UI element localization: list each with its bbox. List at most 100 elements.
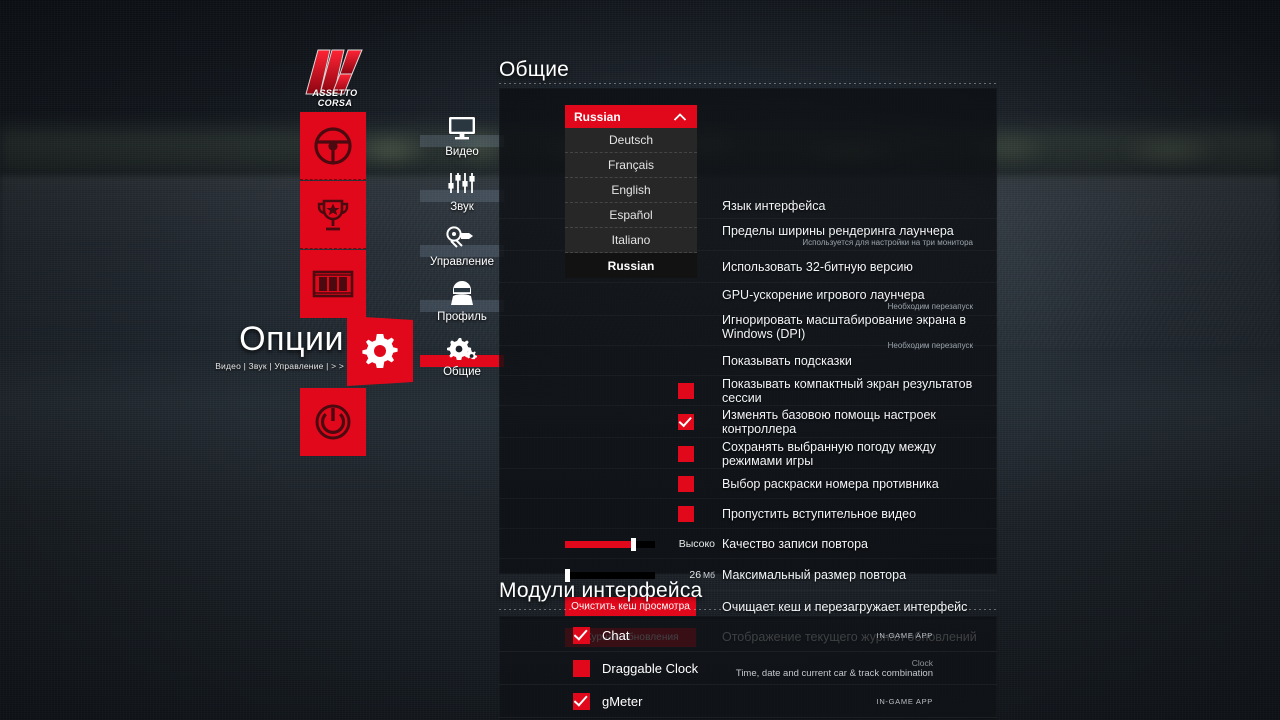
slider-value: Высоко	[678, 538, 715, 550]
sliders-icon	[414, 167, 510, 199]
settings-row-control	[499, 499, 722, 529]
settings-row: Показывать компактный экран результатов …	[499, 376, 997, 406]
settings-label-text: Показывать подсказки	[722, 354, 852, 368]
settings-row-label: Пределы ширины рендеринга лаунчера Исполь…	[722, 219, 991, 251]
language-option[interactable]: Français	[565, 153, 697, 178]
controls-icon	[414, 222, 510, 254]
nav-tile-drive[interactable]	[300, 112, 366, 180]
settings-label-text: Выбор раскраски номера противника	[722, 477, 939, 491]
settings-label-text: Язык интерфейса	[722, 199, 826, 213]
settings-row: Сохранять выбранную погоду между режимам…	[499, 438, 997, 469]
settings-row-label: Язык интерфейса	[722, 193, 991, 219]
assetto-corsa-logo: ASSETTO CORSA	[296, 44, 374, 108]
module-checkbox[interactable]	[573, 627, 590, 644]
subnav-label: Общие	[443, 366, 481, 378]
settings-row-control	[499, 376, 722, 406]
module-row: gMeter IN-GAME APP	[499, 685, 997, 718]
settings-label-text: Использовать 32-битную версию	[722, 260, 913, 274]
subnav-label: Профиль	[437, 311, 487, 323]
power-icon	[315, 404, 351, 440]
settings-row: Изменять базовою помощь настроек контрол…	[499, 406, 997, 438]
checkbox[interactable]	[678, 506, 694, 522]
language-dropdown[interactable]: Russian Deutsch Français English Español Ita…	[565, 105, 697, 278]
settings-row-label: Пропустить вступительное видео	[722, 499, 991, 529]
settings-row-control	[499, 438, 722, 469]
settings-row-label: Выбор раскраски номера противника	[722, 469, 991, 499]
slider-track	[565, 571, 655, 579]
settings-row-label: GPU-ускорение игрового лаунчера Необходим…	[722, 283, 991, 316]
module-description: Time, date and current car & track combi…	[735, 668, 933, 679]
breadcrumb: Видео | Звук | Управление | > >	[215, 361, 344, 371]
settings-label-text: Сохранять выбранную погоду между режимам…	[722, 439, 936, 468]
subnav-label: Управление	[430, 256, 494, 268]
module-tag: IN-GAME APP	[876, 697, 933, 706]
subnav-item-video[interactable]: Видео	[414, 112, 510, 167]
ui-modules-panel: Chat IN-GAME APP Draggable Clock Clock Time,…	[499, 616, 997, 720]
settings-label-text: Игнорировать масштабирование экрана в Wi…	[722, 312, 967, 341]
language-option[interactable]: Russian	[565, 253, 697, 278]
module-meta: IN-GAME APP	[613, 619, 933, 652]
options-screen: ASSETTO CORSA Опции Видео | Звук | Управ…	[0, 0, 1280, 720]
subnav-item-audio[interactable]: Звук	[414, 167, 510, 222]
subnav-item-controls[interactable]: Управление	[414, 222, 510, 277]
checkbox[interactable]	[678, 445, 694, 462]
steering-wheel-icon	[314, 126, 352, 165]
gear-icon	[360, 331, 400, 371]
page-title: Опции	[239, 320, 344, 358]
settings-row-control	[499, 346, 722, 376]
checkbox[interactable]	[678, 476, 694, 492]
monitor-icon	[414, 112, 510, 144]
settings-row-label: Игнорировать масштабирование экрана в Wi…	[722, 312, 991, 350]
subnav-item-general[interactable]: Общие	[414, 332, 510, 387]
settings-row-label: Показывать подсказки	[722, 346, 991, 376]
module-meta: IN-GAME APP	[613, 685, 933, 718]
settings-label-text: GPU-ускорение игрового лаунчера	[722, 288, 925, 302]
subnav-item-profile[interactable]: Профиль	[414, 277, 510, 332]
settings-row-label: Качество записи повтора	[722, 529, 991, 559]
film-strip-icon	[312, 270, 354, 298]
slider-knob[interactable]	[630, 537, 636, 551]
module-row: Draggable Clock Clock Time, date and curre…	[499, 652, 997, 685]
checkbox[interactable]	[678, 383, 694, 399]
settings-row-control	[499, 469, 722, 499]
settings-row: Игнорировать масштабирование экрана в Wi…	[499, 312, 997, 350]
slider[interactable]	[565, 537, 655, 551]
language-option[interactable]: English	[565, 178, 697, 203]
gears-icon	[414, 332, 510, 364]
settings-label-text: Пропустить вступительное видео	[722, 507, 917, 521]
general-heading: Общие	[499, 58, 570, 81]
nav-tile-quit[interactable]	[300, 388, 366, 456]
settings-label-text: Качество записи повтора	[722, 537, 868, 551]
settings-label-text: Очищает кеш и перезагружает интерфейс	[722, 599, 968, 614]
modules-heading: Модули интерфейса	[499, 579, 703, 602]
language-dropdown-header[interactable]: Russian	[565, 105, 697, 128]
settings-label-text: Пределы ширины рендеринга лаунчера	[722, 223, 954, 238]
options-subnav: Видео Звук Управление Профиль Общие	[414, 112, 510, 387]
nav-tile-options[interactable]	[347, 316, 413, 386]
module-checkbox[interactable]	[573, 660, 590, 677]
settings-row-control	[499, 283, 722, 316]
settings-label-text: Максимальный размер повтора	[722, 568, 907, 582]
module-checkbox[interactable]	[573, 693, 590, 710]
general-divider	[499, 83, 997, 84]
language-option[interactable]: Deutsch	[565, 128, 697, 153]
settings-row-label: Использовать 32-битную версию	[722, 251, 991, 283]
settings-label-text: Показывать компактный экран результатов …	[722, 377, 973, 405]
settings-row-label: Сохранять выбранную погоду между режимам…	[722, 438, 991, 469]
language-option[interactable]: Español	[565, 203, 697, 228]
settings-row: Пропустить вступительное видео	[499, 499, 997, 529]
checkbox[interactable]	[678, 414, 694, 430]
settings-row: Высоко Качество записи повтора	[499, 529, 997, 559]
settings-row-control	[499, 316, 722, 346]
slider-fill	[565, 540, 633, 548]
module-row: Chat IN-GAME APP	[499, 619, 997, 652]
settings-label-subtext: Необходим перезапуск	[887, 302, 973, 311]
nav-tile-replay[interactable]	[300, 250, 366, 318]
language-option[interactable]: Italiano	[565, 228, 697, 253]
subnav-label: Видео	[445, 146, 479, 158]
nav-tile-career[interactable]	[300, 181, 366, 249]
settings-row-label: Показывать компактный экран результатов …	[722, 376, 991, 406]
settings-row-label: Изменять базовою помощь настроек контрол…	[722, 406, 991, 438]
language-selected-value: Russian	[574, 109, 621, 124]
settings-row: Показывать подсказки	[499, 346, 997, 376]
